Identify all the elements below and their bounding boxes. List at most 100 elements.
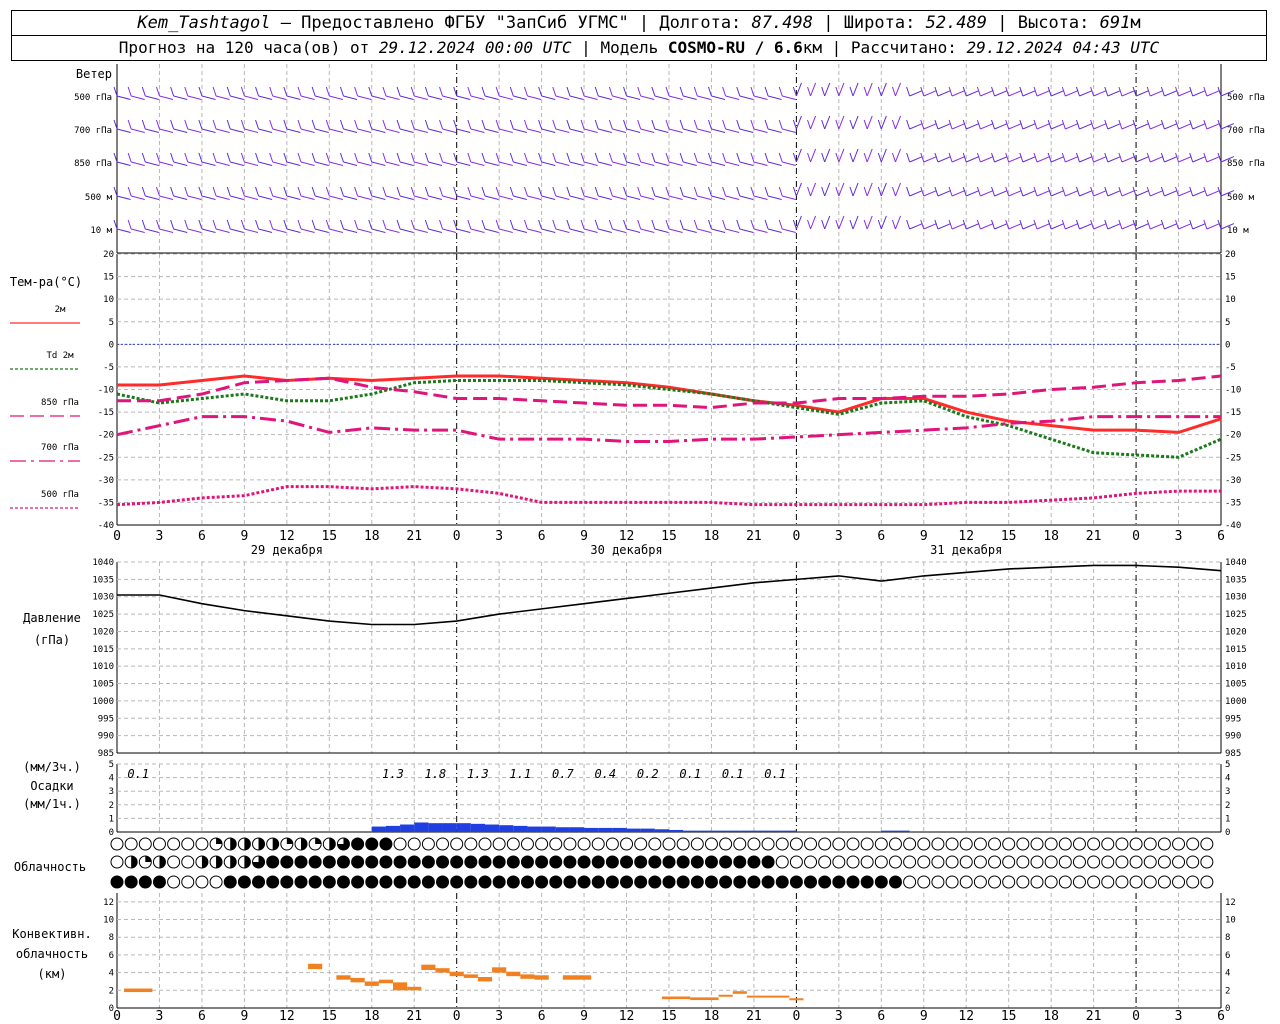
cloud-fill <box>145 856 152 862</box>
bottom-x-tick-label: 12 <box>958 1009 974 1024</box>
pressure-panel-ytick-left: 1000 <box>92 697 114 707</box>
wind-barb <box>1036 156 1051 163</box>
wind-barb-feather <box>424 219 429 230</box>
precip-bar <box>895 830 910 832</box>
bottom-x-tick-label: 21 <box>746 1009 762 1024</box>
wind-level-label-right: 10 м <box>1227 226 1249 236</box>
wind-barb <box>258 95 273 100</box>
convective-panel-ytick-left: 4 <box>109 969 114 979</box>
cloud-fill <box>280 876 293 888</box>
wind-barb <box>541 161 556 166</box>
bottom-x-tick-label: 15 <box>321 1009 337 1024</box>
x-tick-label: 6 <box>198 529 206 544</box>
wind-barb-feather <box>354 152 359 163</box>
wind-barb-feather <box>594 119 599 130</box>
cloud-symbol <box>605 837 619 851</box>
precip-bar <box>697 830 712 832</box>
wind-barb <box>1178 156 1192 163</box>
wind-barb-feather <box>509 86 514 97</box>
convective-bar <box>506 971 521 977</box>
wind-barb <box>1079 123 1093 130</box>
cloud-symbol <box>152 837 166 851</box>
cloud-fill <box>365 856 378 868</box>
wind-barb <box>767 161 782 166</box>
convective-title: Конвективн. <box>12 927 91 941</box>
wind-barb <box>1150 123 1164 130</box>
wind-barb-feather <box>141 86 146 97</box>
wind-barb-feather <box>693 119 698 130</box>
wind-barb <box>795 148 802 163</box>
convective-bar <box>421 964 436 970</box>
cloud-fill <box>804 876 817 888</box>
wind-level-label-left: 10 м <box>90 226 112 236</box>
pressure-panel-ytick-left: 1035 <box>92 575 114 585</box>
pressure-panel-ytick-right: 1015 <box>1225 645 1247 655</box>
cloud-fill <box>394 856 407 868</box>
temp-panel-ytick-left: 0 <box>109 340 114 350</box>
wind-barb-feather <box>467 86 472 97</box>
precip-bar <box>612 827 627 832</box>
temp-legend-label: 700 гПа <box>41 443 79 453</box>
cloud-symbol <box>959 875 973 889</box>
wind-barb <box>116 228 131 233</box>
cloud-fill <box>663 876 675 888</box>
wind-barb <box>1178 90 1192 97</box>
temp-panel-ytick-right: 15 <box>1225 273 1236 283</box>
wind-barb <box>683 95 697 100</box>
cloud-symbol <box>1087 875 1101 889</box>
wind-barb-feather <box>439 219 444 230</box>
pressure-panel-ytick-right: 990 <box>1225 732 1241 742</box>
wind-barb-feather <box>297 152 302 163</box>
cloud-symbol <box>973 855 987 869</box>
wind-barb <box>513 95 527 100</box>
precip-panel-ytick-right: 5 <box>1225 760 1230 770</box>
x-tick-label: 6 <box>877 529 885 544</box>
cloud-fill <box>323 856 336 868</box>
wind-barb <box>1008 190 1022 197</box>
cloud-symbol <box>1129 837 1143 851</box>
cloud-symbol <box>549 837 563 851</box>
meteogram-chart: Ветер 500 гПа 500 гПа 700 гПа 700 гПа 850 гПа… <box>10 64 1265 1024</box>
precip-panel-ytick-right: 4 <box>1225 774 1230 784</box>
wind-barb-feather <box>778 119 783 130</box>
x-tick-label: 3 <box>495 529 503 544</box>
wind-barb <box>583 128 598 133</box>
cloud-symbol <box>775 837 789 851</box>
wind-barb <box>852 115 859 130</box>
wind-barb <box>1036 223 1051 230</box>
wind-barb <box>753 195 768 200</box>
wind-barb <box>966 90 980 97</box>
temp-panel-ytick-right: -30 <box>1225 476 1241 486</box>
cloud-symbol <box>1115 855 1129 869</box>
pressure-panel-ytick-left: 990 <box>98 732 114 742</box>
wind-barb <box>598 228 612 233</box>
wind-barb-feather <box>594 152 599 163</box>
cloud-symbol <box>634 837 648 851</box>
wind-barb <box>159 161 174 166</box>
pressure-panel-ytick-left: 1020 <box>92 627 114 637</box>
wind-barb-feather <box>311 219 316 230</box>
wind-barb <box>739 195 754 200</box>
wind-barb <box>598 128 612 133</box>
wind-barb-feather <box>736 86 741 97</box>
wind-barb-feather <box>382 186 387 197</box>
wind-barb <box>1206 190 1220 197</box>
convective-title-2: облачность <box>16 947 88 961</box>
wind-barb-feather <box>481 119 486 130</box>
wind-barb <box>131 195 145 200</box>
wind-barb <box>909 223 923 230</box>
convective-bar <box>520 974 535 979</box>
precip-panel-ytick-left: 5 <box>109 760 114 770</box>
cloud-fill <box>606 876 619 888</box>
cloud-symbol <box>888 855 902 869</box>
temp-panel-ytick-right: -25 <box>1225 453 1241 463</box>
precip-3h-label: 0.1 <box>679 767 701 781</box>
convective-bar <box>746 995 790 998</box>
wind-barb-feather <box>807 219 812 230</box>
precip-bar <box>824 831 839 832</box>
cloud-symbol <box>874 855 888 869</box>
precip-3h-label: 1.8 <box>425 767 447 781</box>
wind-barb <box>683 228 697 233</box>
precip-bar <box>909 831 924 832</box>
cloud-fill <box>705 876 718 888</box>
